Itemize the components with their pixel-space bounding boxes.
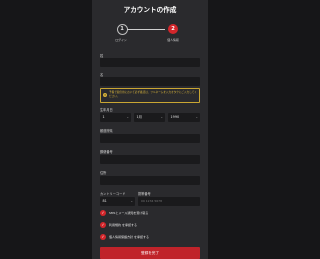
chevron-down-icon: ⌄ [195,115,198,119]
progress-steps: 1 ログイン 2 個人情報 [92,24,208,50]
address-label: 住所 [100,171,107,175]
phone-placeholder: 09 1234 5678 [141,199,162,203]
step-label-personal-info: 個人情報 [167,38,179,42]
consent-privacy-label: 個人情報保護方針 を承認する [109,235,149,240]
name-notice: ! 予備で提供用において必ず確認は、フルネームを入力オタクにご入力してください。 [100,88,200,103]
phone-input[interactable]: 09 1234 5678 [138,197,200,206]
consent-sms-label: SMSとメール通知を受け取る [109,211,149,216]
consent-privacy-row[interactable]: ✓ 個人情報保護方針 を承認する [100,234,200,241]
chevron-down-icon: ⌄ [126,115,129,119]
step-number-2: 2 [168,24,178,34]
dob-day-value: 1 [102,115,105,119]
address-input[interactable] [100,176,200,185]
dob-month-value: 1月 [136,115,143,119]
postal-code-label: 郵便番号 [100,150,113,154]
given-name-input[interactable] [100,77,200,86]
dob-day-select[interactable]: 1 ⌄ [100,113,131,122]
prefecture-input[interactable] [100,134,200,143]
step-number-1: 1 [116,24,128,35]
notice-text: 予備で提供用において必ず確認は、フルネームを入力オタクにご入力してください。 [109,91,197,98]
checkmark-icon[interactable]: ✓ [100,210,106,216]
dob-year-value: 1990 [170,115,180,119]
country-code-label: カントリーコード [100,192,126,196]
chevron-down-icon: ⌄ [160,115,163,119]
registration-panel: アカウントの作成 1 ログイン 2 個人情報 姓 名 ! 予備で提供用において必… [92,0,208,259]
dob-label: 生年月日 [100,108,113,112]
country-code-select[interactable]: 81 ⌄ [100,197,135,206]
dob-month-select[interactable]: 1月 ⌄ [134,113,165,122]
checkmark-icon[interactable]: ✓ [100,234,106,240]
surname-input[interactable] [100,58,200,67]
page-title: アカウントの作成 [123,6,177,14]
checkmark-icon[interactable]: ✓ [100,222,106,228]
postal-code-input[interactable] [100,155,200,164]
phone-label: 携帯番号 [138,192,151,196]
dob-year-select[interactable]: 1990 ⌄ [168,113,200,122]
consent-terms-row[interactable]: ✓ 利用規約 を承認する [100,222,200,229]
step-connector [127,29,165,30]
chevron-down-icon: ⌄ [130,199,133,203]
warning-icon: ! [103,92,107,97]
prefecture-label: 都道府県 [100,129,113,133]
complete-registration-button[interactable]: 登録を完了 [100,247,200,259]
consent-terms-label: 利用規約 を承認する [109,223,137,228]
step-label-login: ログイン [115,38,127,42]
country-code-value: 81 [102,199,107,203]
consent-sms-row[interactable]: ✓ SMSとメール通知を受け取る [100,210,200,217]
